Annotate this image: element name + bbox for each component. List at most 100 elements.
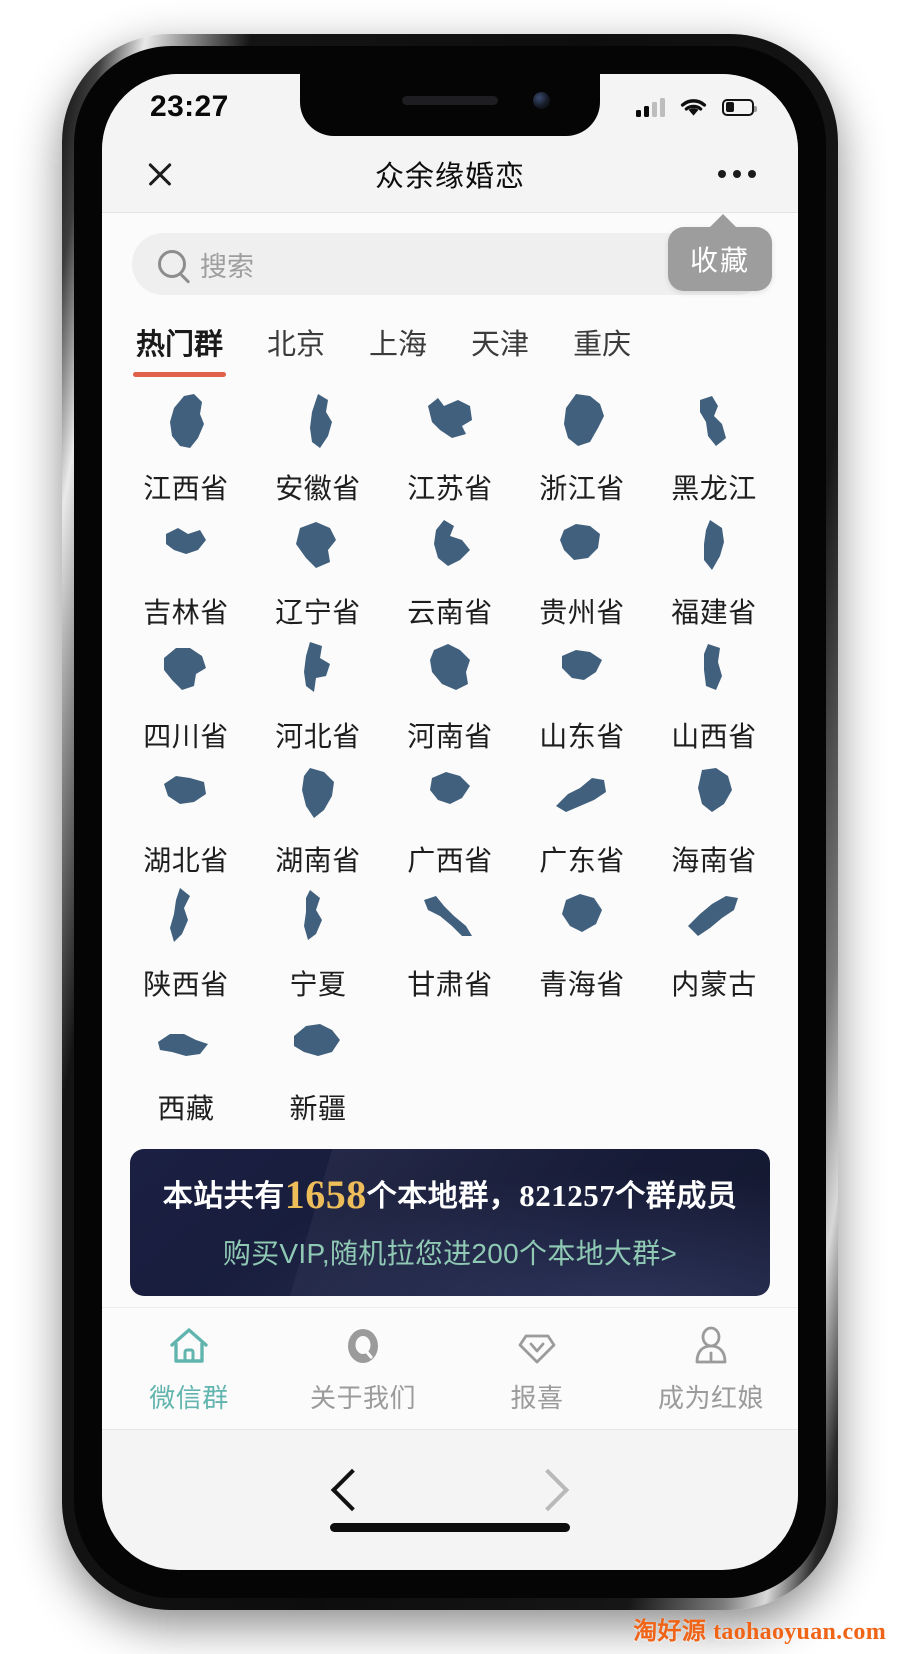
tab-2[interactable]: 上海 (369, 313, 427, 379)
province-item[interactable]: 陕西省 (120, 881, 252, 1003)
province-map-icon (150, 1011, 222, 1073)
province-label: 湖北省 (143, 845, 229, 876)
province-item[interactable]: 安徽省 (252, 385, 384, 507)
nav-item-1[interactable]: 关于我们 (276, 1324, 450, 1415)
province-label: 贵州省 (539, 597, 625, 628)
province-map-icon (282, 639, 354, 701)
province-label: 湖南省 (275, 845, 361, 876)
province-label: 青海省 (539, 969, 625, 1000)
nav-item-2[interactable]: 报喜 (450, 1324, 624, 1415)
tab-label: 上海 (369, 329, 428, 361)
phone-frame: 23:27 众余缘婚恋 搜索 收藏 热门群 北京 上海 天津 重庆 江西省 安徽… (62, 34, 838, 1610)
chevron-right-icon[interactable] (526, 1468, 570, 1512)
province-label: 吉林省 (143, 597, 229, 628)
province-label: 内蒙古 (671, 969, 757, 1000)
province-item[interactable]: 湖南省 (252, 757, 384, 879)
province-item[interactable]: 广东省 (516, 757, 648, 879)
province-map-icon (546, 763, 618, 825)
category-tabs: 热门群 北京 上海 天津 重庆 (102, 301, 798, 379)
status-time: 23:27 (150, 90, 229, 123)
vip-promo-link[interactable]: 购买VIP,随机拉您进200个本地大群> (130, 1232, 770, 1272)
tab-label: 北京 (267, 329, 326, 361)
province-map-icon (678, 887, 750, 949)
province-map-icon (282, 515, 354, 577)
province-map-icon (546, 887, 618, 949)
stats-member-count: 821257 (519, 1178, 616, 1213)
nav-item-3[interactable]: 成为红娘 (624, 1324, 798, 1415)
province-item[interactable]: 内蒙古 (648, 881, 780, 1003)
province-map-icon (414, 391, 486, 453)
province-map-icon (414, 763, 486, 825)
tab-3[interactable]: 天津 (471, 313, 529, 379)
province-item[interactable]: 河南省 (384, 633, 516, 755)
wifi-icon (680, 99, 707, 116)
notch (300, 74, 600, 136)
close-icon[interactable] (144, 158, 176, 190)
tab-label: 热门群 (136, 329, 224, 361)
watermark-en: taohaoyuan.com (713, 1619, 886, 1645)
search-placeholder: 搜索 (200, 251, 254, 282)
province-item[interactable]: 黑龙江 (648, 385, 780, 507)
more-dots-icon[interactable] (718, 170, 756, 178)
province-item[interactable]: 贵州省 (516, 509, 648, 631)
province-label: 甘肃省 (407, 969, 493, 1000)
front-camera-icon (533, 92, 550, 109)
province-item[interactable]: 西藏 (120, 1005, 252, 1127)
province-label: 西藏 (157, 1093, 215, 1124)
nav-label: 成为红娘 (657, 1383, 764, 1413)
province-map-icon (282, 887, 354, 949)
tab-4[interactable]: 重庆 (573, 313, 631, 379)
home-icon (166, 1324, 212, 1368)
nav-item-0[interactable]: 微信群 (102, 1324, 276, 1415)
province-item[interactable]: 四川省 (120, 633, 252, 755)
webview-content: 搜索 收藏 热门群 北京 上海 天津 重庆 江西省 安徽省 江苏省 浙江省 黑龙江吉林省 辽宁省 云… (102, 213, 798, 1307)
tab-0[interactable]: 热门群 (132, 313, 227, 379)
province-map-icon (678, 391, 750, 453)
province-item[interactable]: 湖北省 (120, 757, 252, 879)
province-label: 云南省 (407, 597, 493, 628)
province-item[interactable]: 甘肃省 (384, 881, 516, 1003)
province-item[interactable]: 新疆 (252, 1005, 384, 1127)
province-item[interactable]: 海南省 (648, 757, 780, 879)
province-map-icon (546, 515, 618, 577)
province-item[interactable]: 江苏省 (384, 385, 516, 507)
stats-banner[interactable]: 本站共有1658个本地群，821257个群成员 购买VIP,随机拉您进200个本… (130, 1149, 770, 1296)
province-item[interactable]: 浙江省 (516, 385, 648, 507)
home-indicator[interactable] (330, 1523, 570, 1532)
search-icon (158, 250, 186, 278)
favorite-tooltip-bubble[interactable]: 收藏 (667, 214, 772, 291)
watermark-cn: 淘好源 (633, 1618, 707, 1645)
stats-suffix: 个群成员 (615, 1180, 738, 1213)
province-map-icon (546, 391, 618, 453)
province-item[interactable]: 江西省 (120, 385, 252, 507)
province-item[interactable]: 青海省 (516, 881, 648, 1003)
province-label: 宁夏 (289, 969, 347, 1000)
battery-low-icon (722, 98, 757, 116)
province-item[interactable]: 宁夏 (252, 881, 384, 1003)
province-label: 广西省 (407, 845, 493, 876)
province-item[interactable]: 河北省 (252, 633, 384, 755)
province-label: 河南省 (407, 721, 493, 752)
province-item[interactable]: 辽宁省 (252, 509, 384, 631)
favorite-label: 收藏 (689, 245, 750, 276)
province-map-icon (282, 763, 354, 825)
province-map-icon (414, 639, 486, 701)
tab-1[interactable]: 北京 (267, 313, 325, 379)
province-label: 辽宁省 (275, 597, 361, 628)
province-item[interactable]: 云南省 (384, 509, 516, 631)
province-item[interactable]: 福建省 (648, 509, 780, 631)
province-item[interactable]: 山东省 (516, 633, 648, 755)
search-row: 搜索 收藏 (102, 213, 798, 301)
province-item[interactable]: 广西省 (384, 757, 516, 879)
province-item[interactable]: 吉林省 (120, 509, 252, 631)
chevron-left-icon[interactable] (330, 1468, 374, 1512)
province-item[interactable]: 山西省 (648, 633, 780, 755)
province-label: 广东省 (539, 845, 625, 876)
tab-label: 天津 (471, 329, 530, 361)
province-map-icon (150, 515, 222, 577)
province-label: 海南省 (671, 845, 757, 876)
page-title: 众余缘婚恋 (374, 161, 525, 193)
status-icons (636, 96, 757, 118)
site-bottom-nav: 微信群 关于我们 报喜 成为红娘 (102, 1307, 798, 1429)
province-label: 江苏省 (407, 473, 493, 504)
